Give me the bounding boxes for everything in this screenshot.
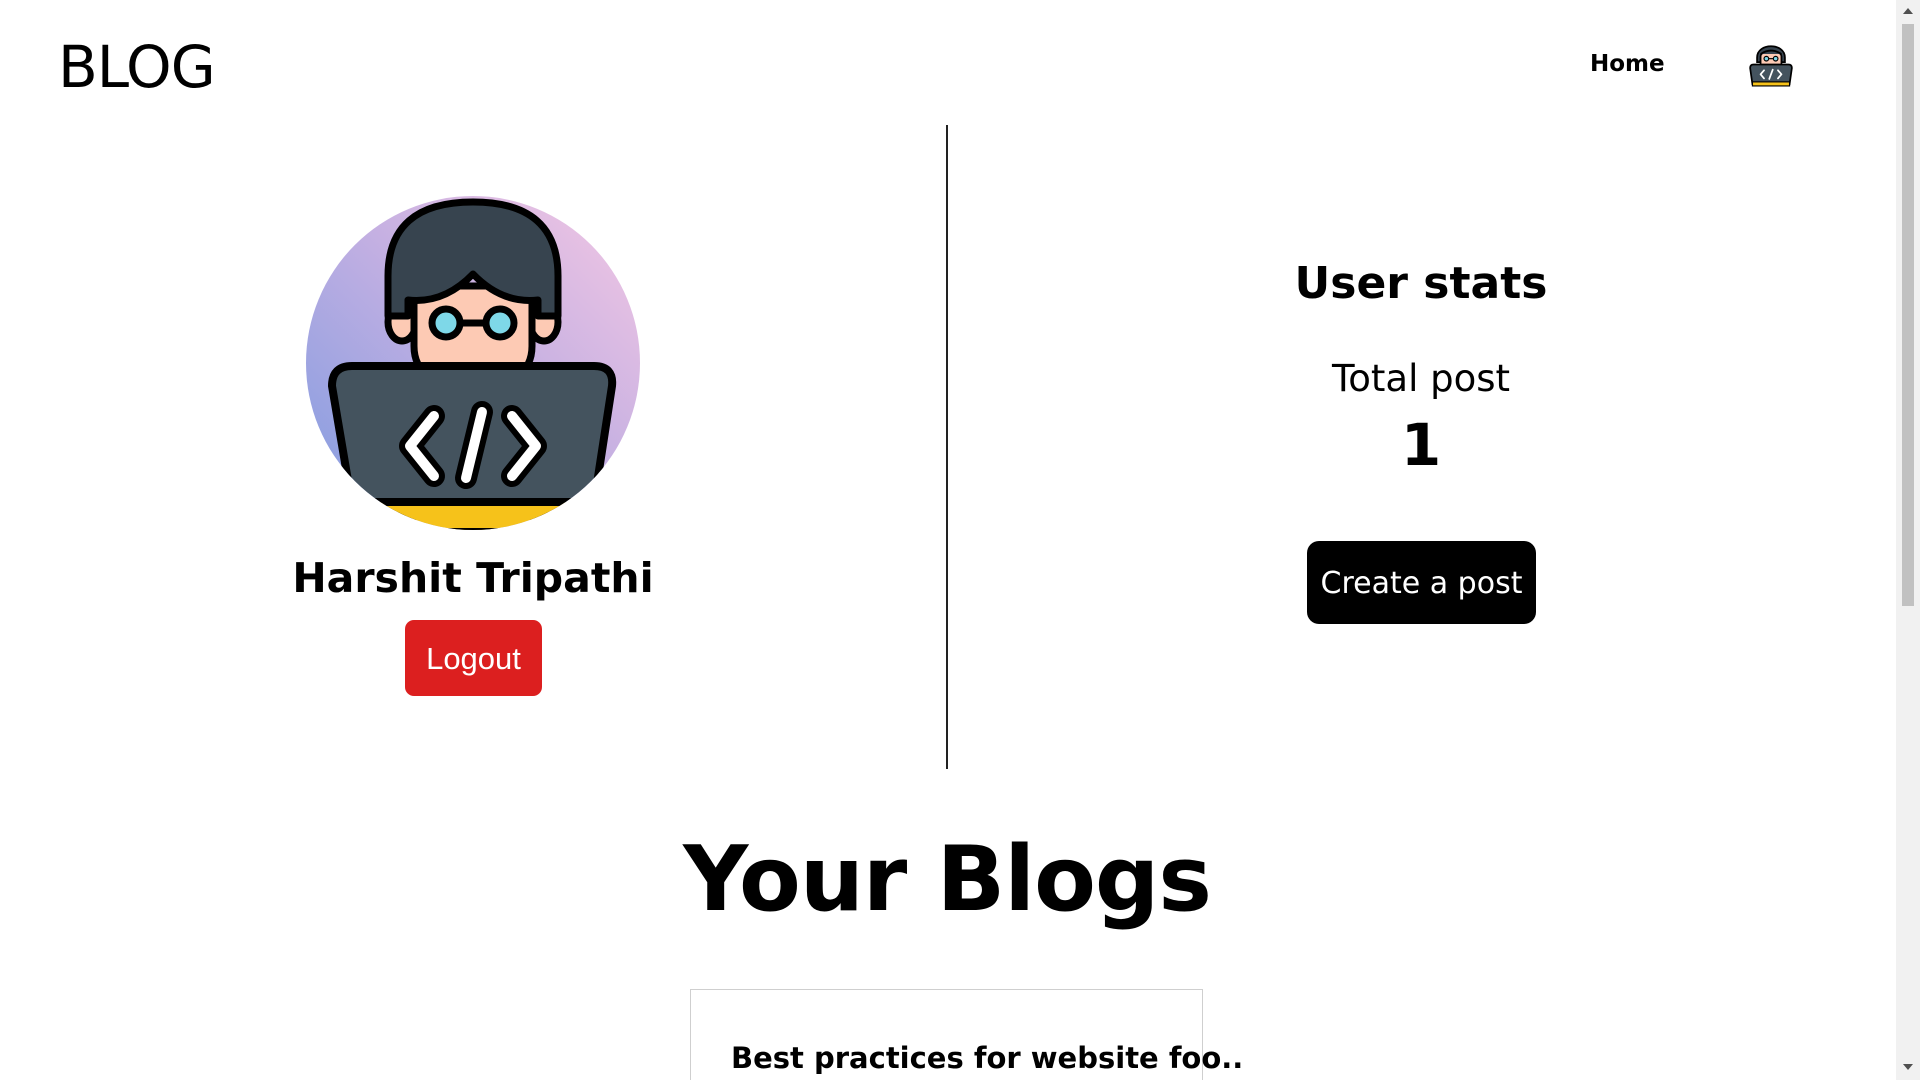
your-blogs-heading: Your Blogs bbox=[683, 827, 1212, 932]
brand-logo[interactable]: BLOG bbox=[58, 32, 216, 102]
scroll-down-arrow-icon[interactable] bbox=[1903, 1064, 1913, 1070]
user-stats-title: User stats bbox=[1294, 258, 1548, 309]
blog-card-title[interactable]: Best practices for website foo.. bbox=[731, 1038, 1243, 1078]
profile-name: Harshit Tripathi bbox=[292, 554, 654, 602]
total-post-count: 1 bbox=[1400, 411, 1442, 479]
developer-avatar-icon[interactable] bbox=[1742, 27, 1800, 95]
scrollbar-thumb[interactable] bbox=[1902, 24, 1914, 606]
nav-home-link[interactable]: Home bbox=[1590, 48, 1665, 80]
column-divider bbox=[946, 125, 948, 769]
blog-profile-page: BLOG Home Harshit Tripathi Logout User s… bbox=[0, 0, 1920, 1080]
blog-card[interactable]: Best practices for website foo.. bbox=[690, 989, 1243, 1080]
create-post-button[interactable]: Create a post bbox=[1307, 541, 1536, 624]
logout-button[interactable]: Logout bbox=[405, 620, 542, 696]
page-scrollbar[interactable] bbox=[1896, 0, 1920, 1080]
total-post-label: Total post bbox=[1331, 357, 1511, 400]
scroll-up-arrow-icon[interactable] bbox=[1903, 8, 1913, 14]
developer-avatar-icon bbox=[306, 196, 640, 530]
